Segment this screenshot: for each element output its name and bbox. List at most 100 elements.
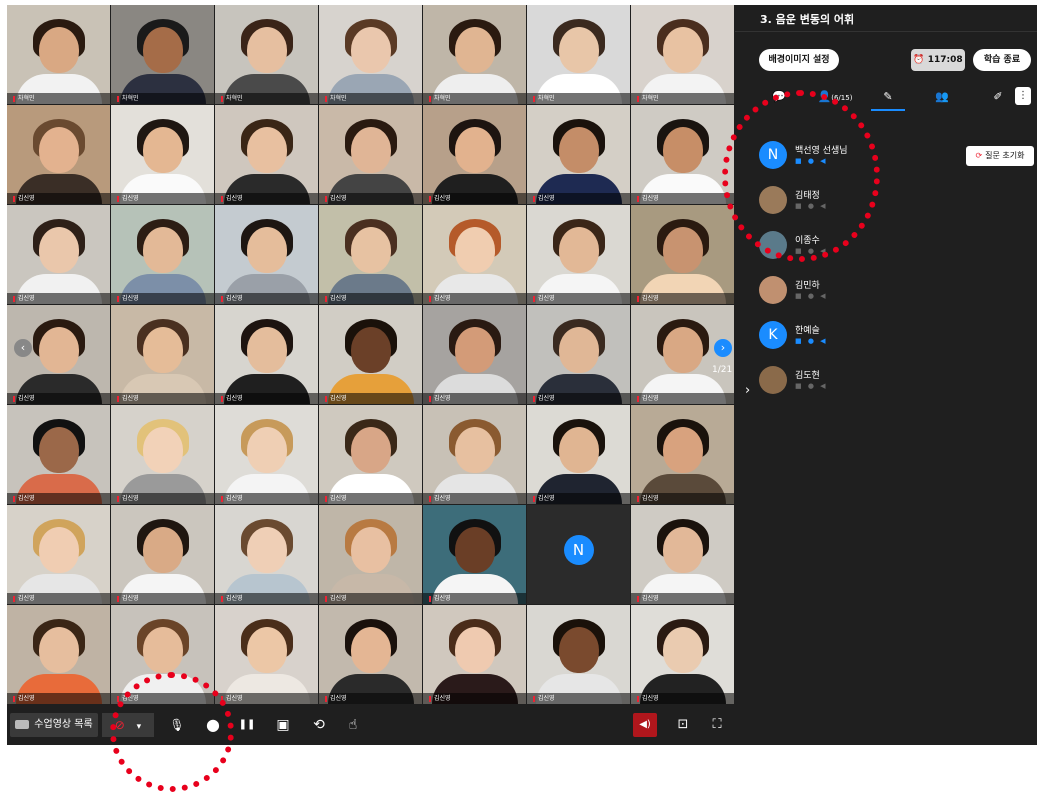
video-tile[interactable]: 김신영 [215, 105, 318, 204]
video-tile[interactable]: 차혁민 [319, 5, 422, 104]
video-tile[interactable]: 김신영 [215, 405, 318, 504]
video-tile[interactable]: 김신영 [215, 305, 318, 404]
participant-video [662, 426, 703, 473]
tab-pen[interactable]: ✐ [983, 87, 1013, 109]
video-tile[interactable]: 김신영 [111, 505, 214, 604]
video-tile[interactable]: 김신영 [7, 605, 110, 704]
video-tile[interactable]: 차혁민 [7, 5, 110, 104]
video-tile[interactable]: 김신영 [527, 405, 630, 504]
video-tile[interactable]: 차혁민 [631, 5, 734, 104]
loop-button[interactable]: ⟲ [307, 713, 331, 737]
tab-memo[interactable]: ✎ [871, 87, 905, 111]
participant-name-label: 김신영 [631, 193, 734, 204]
reset-questions-button[interactable]: ⟳ 질문 초기화 [966, 146, 1034, 166]
video-tile[interactable]: 김신영 [423, 405, 526, 504]
participant-name-label: 차혁민 [631, 93, 734, 104]
video-tile[interactable]: 김신영 [215, 505, 318, 604]
participant-name-label: 김신영 [423, 393, 526, 404]
tab-group[interactable]: 👥 [927, 87, 957, 109]
participant-name-label: 김신영 [319, 293, 422, 304]
video-tile[interactable]: 김신영 [631, 605, 734, 704]
participant-row[interactable]: 김민하 ■ ● ◀ [759, 276, 959, 312]
video-tile[interactable]: 김신영 [215, 205, 318, 304]
end-study-button[interactable]: 학습 종료 [973, 49, 1031, 71]
video-tile[interactable]: 김신영 [7, 505, 110, 604]
participant-video [662, 26, 703, 73]
video-tile[interactable]: N [527, 505, 630, 604]
participant-video [350, 626, 391, 673]
video-tile[interactable]: 김신영 [7, 405, 110, 504]
collapse-panel-icon[interactable]: › [745, 383, 750, 398]
video-tile[interactable]: 김신영 [527, 205, 630, 304]
screen-fit-button[interactable]: ⊡ [671, 713, 695, 737]
video-tile[interactable]: 김신영 [423, 605, 526, 704]
participant-video [246, 26, 287, 73]
participant-name-label: 김신영 [527, 493, 630, 504]
video-tile[interactable]: 김신영 [111, 205, 214, 304]
video-tile[interactable]: 김신영 [631, 205, 734, 304]
video-tile[interactable]: 김신영 [111, 105, 214, 204]
video-tile[interactable]: 김신영 [7, 205, 110, 304]
video-tile[interactable]: 차혁민 [423, 5, 526, 104]
video-tile[interactable]: 차혁민 [527, 5, 630, 104]
participant-video [454, 26, 495, 73]
video-tile[interactable]: 김신영 [319, 605, 422, 704]
video-tile[interactable]: 김신영 [631, 105, 734, 204]
pen-icon: ✐ [993, 90, 1003, 103]
video-tile[interactable]: 김신영 [631, 405, 734, 504]
participant-video [558, 226, 599, 273]
video-tile[interactable]: 김신영 [423, 105, 526, 204]
participant-name-label: 김신영 [631, 593, 734, 604]
participant-name-label: 김신영 [527, 193, 630, 204]
class-video-list-button[interactable]: 수업영상 목록 [10, 713, 98, 737]
video-tile[interactable]: 김신영 [319, 305, 422, 404]
video-tile[interactable]: 김신영 [215, 605, 318, 704]
video-tile[interactable]: 김신영 [423, 205, 526, 304]
video-tile[interactable]: 김신영 [423, 505, 526, 604]
video-tile[interactable]: 김신영 [527, 105, 630, 204]
video-tile[interactable]: 김신영 [111, 405, 214, 504]
video-tile[interactable]: 김신영 [631, 505, 734, 604]
video-tile[interactable]: 김신영 [319, 205, 422, 304]
video-class-app: 차혁민 차혁민 차혁민 차혁민 차혁민 차혁민 차혁민 김신영 김신영 김신영 김신영 김신영 김신영 김… [7, 5, 1037, 745]
video-tile[interactable]: 김신영 [319, 405, 422, 504]
participant-row[interactable]: K 한예슬 ■ ● ◀ [759, 321, 959, 357]
participant-video [142, 526, 183, 573]
participant-name-label: 차혁민 [215, 93, 318, 104]
video-tile[interactable]: 차혁민 [215, 5, 318, 104]
participant-video [454, 326, 495, 373]
participant-video [454, 226, 495, 273]
participant-name-label: 차혁민 [319, 93, 422, 104]
prev-page-button[interactable]: ‹ [14, 339, 32, 357]
pause-button[interactable]: ❚❚ [235, 713, 259, 737]
participant-video [558, 26, 599, 73]
video-tile[interactable]: 김신영 [527, 305, 630, 404]
participant-name-label: 김신영 [631, 493, 734, 504]
video-tile[interactable]: 김신영 [319, 505, 422, 604]
video-tile[interactable]: 김신영 [423, 305, 526, 404]
fullscreen-button[interactable]: ⛶ [705, 713, 729, 737]
speaker-toggle-button[interactable]: ◀) [633, 713, 657, 737]
participant-name-label: 차혁민 [111, 93, 214, 104]
participant-name-label: 김신영 [631, 393, 734, 404]
participant-name-label: 김신영 [215, 193, 318, 204]
video-tile[interactable]: 김신영 [111, 305, 214, 404]
participant-name-label: 김신영 [215, 393, 318, 404]
background-image-setting-button[interactable]: 배경이미지 설정 [759, 49, 839, 71]
next-page-button[interactable]: › [714, 339, 732, 357]
participant-video [142, 426, 183, 473]
more-options-button[interactable]: ⋮ [1015, 87, 1031, 105]
annotation-circle [722, 90, 880, 262]
camera-off-icon [15, 719, 30, 729]
participant-name-label: 김신영 [111, 193, 214, 204]
video-tile[interactable]: 김신영 [527, 605, 630, 704]
picture-in-picture-button[interactable]: ▣ [271, 713, 295, 737]
participant-row[interactable]: 김도현 ■ ● ◀ [759, 366, 959, 402]
avatar: K [759, 321, 787, 349]
video-tile[interactable]: 김신영 [319, 105, 422, 204]
video-tile[interactable]: 차혁민 [111, 5, 214, 104]
divider [735, 31, 1037, 32]
video-tile[interactable]: 김신영 [7, 105, 110, 204]
participant-name-label: 김신영 [527, 393, 630, 404]
raise-hand-button[interactable]: ☝ [341, 713, 365, 737]
